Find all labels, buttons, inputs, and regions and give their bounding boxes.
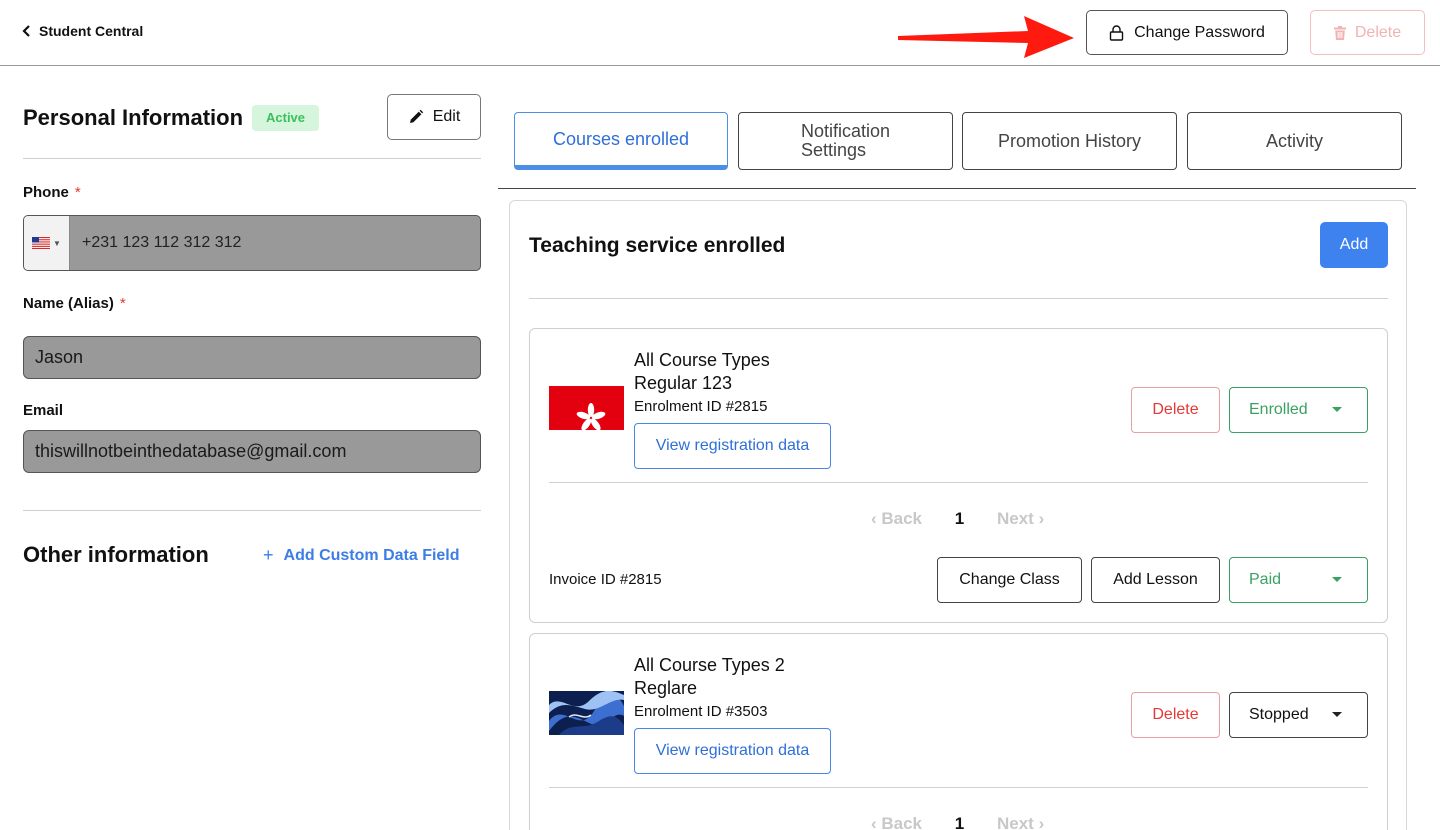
tab-label-line1: Notification: [800, 121, 891, 141]
phone-label: Phone *: [23, 184, 81, 201]
name-label-text: Name (Alias): [23, 295, 114, 312]
tab-promotion-history[interactable]: Promotion History: [962, 112, 1177, 170]
enrolment-status-value: Enrolled: [1249, 401, 1308, 418]
email-input[interactable]: thiswillnotbeinthedatabase@gmail.com: [23, 430, 481, 473]
tab-label: Courses enrolled: [552, 128, 690, 149]
payment-status-select[interactable]: Paid: [1229, 557, 1368, 603]
phone-field[interactable]: ▼ +231 123 112 312 312: [23, 215, 481, 271]
pencil-icon: [409, 109, 423, 123]
pager-next-button[interactable]: Next ›: [997, 814, 1087, 830]
delete-course-button[interactable]: Delete: [1131, 692, 1220, 738]
trash-icon: [1333, 25, 1346, 40]
red-arrow-annotation: [898, 16, 1074, 58]
panel-title: Teaching service enrolled: [529, 234, 786, 257]
tab-label: Promotion History: [997, 130, 1142, 151]
chevron-down-icon: ▼: [53, 238, 61, 248]
edit-label: Edit: [432, 108, 461, 125]
add-course-button[interactable]: Add: [1320, 222, 1388, 268]
delete-course-button[interactable]: Delete: [1131, 387, 1220, 433]
course-info: All Course Types 2 Reglare Enrolment ID …: [634, 654, 831, 774]
back-link[interactable]: Student Central: [22, 23, 143, 39]
divider: [23, 510, 481, 511]
change-password-label: Change Password: [1134, 23, 1265, 41]
delete-student-button[interactable]: Delete: [1310, 10, 1425, 55]
divider: [549, 482, 1368, 483]
enrolment-status-value: Stopped: [1249, 706, 1309, 723]
tab-label-line2: Settings: [800, 140, 867, 160]
divider: [529, 298, 1388, 299]
chevron-down-icon: [1332, 577, 1342, 582]
chevron-down-icon: [1332, 407, 1342, 412]
payment-status-value: Paid: [1249, 571, 1282, 588]
tab-notification-settings[interactable]: Notification Settings: [738, 112, 953, 170]
pagination: ‹ Back 1 Next ›: [530, 509, 1389, 529]
tabs-divider: [498, 188, 1416, 189]
course-thumbnail-hong-kong-flag: [549, 386, 624, 430]
view-registration-data-button[interactable]: View registration data: [634, 423, 831, 469]
course-card: All Course Types Regular 123 Enrolment I…: [529, 328, 1388, 623]
invoice-id: Invoice ID #2815: [549, 571, 662, 588]
lock-icon: [1109, 24, 1124, 41]
enrolment-status-select[interactable]: Stopped: [1229, 692, 1368, 738]
tab-activity[interactable]: Activity: [1187, 112, 1402, 170]
phone-input[interactable]: +231 123 112 312 312: [70, 216, 480, 270]
divider: [23, 158, 481, 159]
pager-next-label: Next: [997, 509, 1034, 528]
tab-label: Notification Settings: [801, 122, 890, 160]
chevron-down-icon: [1332, 712, 1342, 717]
pager-back-label: Back: [881, 509, 922, 528]
name-input[interactable]: Jason: [23, 336, 481, 379]
enrolment-id: Enrolment ID #2815: [634, 398, 768, 415]
pagination: ‹ Back 1 Next ›: [530, 814, 1389, 830]
courses-panel: Teaching service enrolled Add All Course…: [509, 200, 1407, 830]
tab-courses-enrolled[interactable]: Courses enrolled: [514, 112, 728, 170]
country-code-select[interactable]: ▼: [24, 216, 70, 270]
course-thumbnail-abstract-waves: [549, 691, 624, 735]
email-label: Email: [23, 402, 64, 419]
add-custom-data-field-label: Add Custom Data Field: [283, 546, 460, 564]
personal-information-title: Personal Information: [23, 105, 244, 130]
chevron-left-icon: [22, 25, 30, 37]
name-label: Name (Alias) *: [23, 295, 126, 312]
pager-next-button[interactable]: Next ›: [997, 509, 1087, 529]
required-mark: *: [119, 295, 126, 312]
course-name: Reglare: [634, 678, 698, 698]
liberia-flag-icon: [32, 237, 51, 249]
back-link-label: Student Central: [39, 23, 144, 39]
enrolment-id: Enrolment ID #3503: [634, 703, 768, 720]
course-card: All Course Types 2 Reglare Enrolment ID …: [529, 633, 1388, 830]
delete-student-label: Delete: [1354, 23, 1402, 41]
view-registration-data-button[interactable]: View registration data: [634, 728, 831, 774]
enrolment-status-select[interactable]: Enrolled: [1229, 387, 1368, 433]
required-mark: *: [74, 184, 81, 201]
divider: [549, 787, 1368, 788]
pager-current-page[interactable]: 1: [922, 814, 997, 830]
course-type: All Course Types 2: [634, 655, 785, 675]
change-password-button[interactable]: Change Password: [1086, 10, 1288, 55]
add-custom-data-field-button[interactable]: + Add Custom Data Field: [263, 545, 460, 566]
plus-icon: +: [263, 545, 274, 565]
pager-back-button[interactable]: ‹ Back: [832, 509, 922, 529]
course-info: All Course Types Regular 123 Enrolment I…: [634, 349, 831, 469]
tab-label: Activity: [1265, 130, 1323, 151]
phone-label-text: Phone: [23, 184, 69, 201]
course-name: Regular 123: [634, 373, 733, 393]
pager-back-label: Back: [881, 814, 922, 830]
top-bar: Student Central Change Password Delete: [0, 0, 1440, 66]
course-type: All Course Types: [634, 350, 770, 370]
change-class-button[interactable]: Change Class: [937, 557, 1082, 603]
pager-next-label: Next: [997, 814, 1034, 830]
status-badge: Active: [252, 105, 320, 131]
pager-current-page[interactable]: 1: [922, 509, 997, 529]
add-lesson-button[interactable]: Add Lesson: [1091, 557, 1220, 603]
other-information-title: Other information: [23, 542, 209, 567]
edit-button[interactable]: Edit: [387, 94, 481, 140]
pager-back-button[interactable]: ‹ Back: [832, 814, 922, 830]
